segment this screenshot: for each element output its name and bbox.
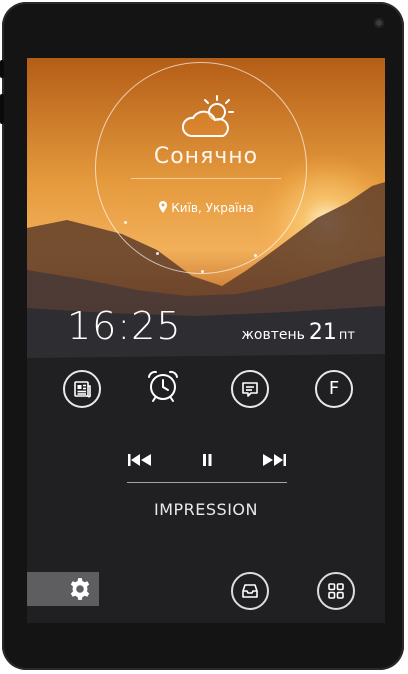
location-label: Київ, Україна <box>171 201 254 215</box>
track-progress-line <box>127 482 287 483</box>
news-button[interactable] <box>63 370 101 408</box>
inbox-icon <box>242 584 258 598</box>
facebook-icon: F <box>328 378 340 399</box>
tablet-frame: Сонячно Київ, Україна 16:25 жовтень 21 пт <box>0 2 404 670</box>
side-button <box>0 94 4 124</box>
date-weekday: пт <box>338 328 355 343</box>
messages-button[interactable] <box>231 370 269 408</box>
ring-dot <box>124 221 127 224</box>
weather-location: Київ, Україна <box>27 201 385 215</box>
previous-track-button[interactable] <box>127 450 153 470</box>
message-icon <box>242 382 258 397</box>
weather-condition: Сонячно <box>153 144 259 169</box>
side-button <box>0 60 4 78</box>
pause-icon <box>203 454 212 466</box>
settings-button[interactable] <box>27 572 99 606</box>
next-track-button[interactable] <box>261 450 287 470</box>
next-icon <box>263 454 286 466</box>
clock-date: жовтень 21 пт <box>241 320 355 345</box>
newspaper-icon <box>74 381 91 398</box>
previous-icon <box>128 454 151 466</box>
location-pin-icon <box>159 201 168 213</box>
ring-dot <box>254 254 257 257</box>
track-title: IMPRESSION <box>154 500 258 519</box>
lock-screen: Сонячно Київ, Україна 16:25 жовтень 21 пт <box>27 58 385 623</box>
inbox-button[interactable] <box>231 572 269 610</box>
facebook-button[interactable]: F <box>315 370 353 408</box>
date-month: жовтень <box>241 327 305 343</box>
partly-cloudy-icon <box>182 95 234 137</box>
pause-button[interactable] <box>194 450 220 470</box>
weather-divider <box>131 178 281 179</box>
alarm-clock-icon <box>148 370 178 402</box>
apps-button[interactable] <box>317 572 355 610</box>
gear-icon <box>70 578 90 600</box>
ring-dot <box>201 270 204 273</box>
ring-dot <box>156 252 159 255</box>
apps-grid-icon <box>328 583 344 599</box>
alarm-button[interactable] <box>145 368 181 404</box>
date-day: 21 <box>308 320 337 345</box>
clock-time: 16:25 <box>67 304 182 348</box>
camera-icon <box>374 18 384 28</box>
